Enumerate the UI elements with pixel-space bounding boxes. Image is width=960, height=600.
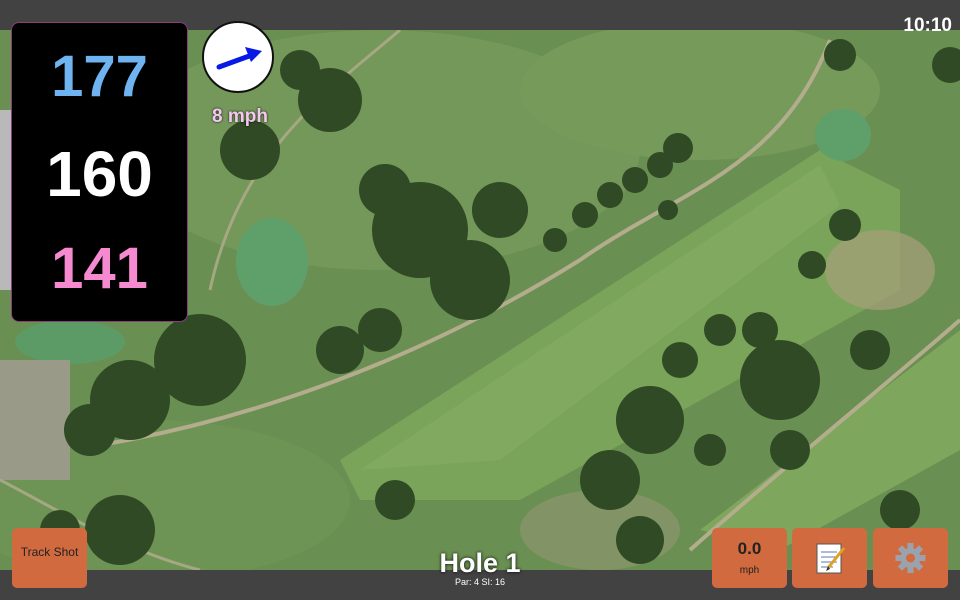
speed-unit: mph	[739, 565, 760, 576]
notepad-icon	[816, 543, 846, 574]
track-shot-button[interactable]: Track Shot	[12, 528, 87, 588]
wind-indicator	[202, 21, 274, 93]
settings-button[interactable]	[873, 528, 948, 588]
speed-button[interactable]: 0.0 mph	[712, 528, 787, 588]
gear-icon	[895, 543, 926, 573]
hole-title: Hole 1	[439, 548, 521, 578]
back-yardage: 177	[51, 44, 148, 109]
clock: 10:10	[903, 15, 952, 36]
speed-value: 0.0	[737, 539, 762, 558]
notes-button[interactable]	[792, 528, 867, 588]
hole-info: Par: 4 SI: 16	[454, 577, 506, 587]
front-yardage: 141	[51, 236, 148, 301]
wind-direction-arrow-icon	[216, 47, 262, 70]
middle-yardage: 160	[46, 138, 153, 210]
wind-speed: 8 mph	[212, 106, 268, 127]
yardage-panel: 177 160 141	[11, 22, 188, 322]
